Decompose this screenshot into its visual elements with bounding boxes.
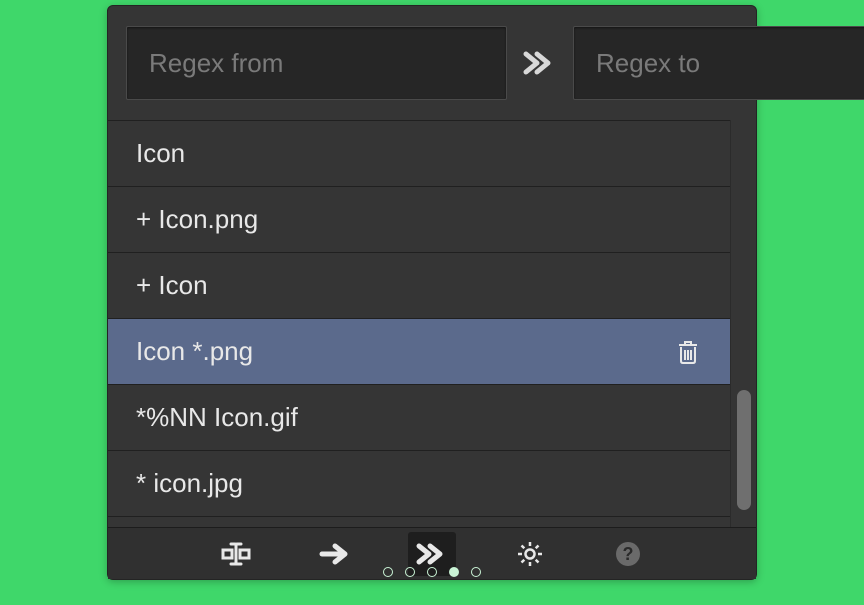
list-item[interactable]: + Icon xyxy=(108,253,730,319)
list-item[interactable]: *%NN Icon.gif xyxy=(108,385,730,451)
pager-dots xyxy=(108,567,756,577)
list-item-label: Icon *.png xyxy=(136,336,674,367)
arrow-right-icon xyxy=(319,542,349,566)
list-container: Icon + Icon.png + Icon Icon *.png xyxy=(108,120,756,527)
text-cursor-icon xyxy=(221,540,251,568)
trash-icon[interactable] xyxy=(674,339,702,365)
scrollbar[interactable] xyxy=(730,120,756,527)
double-arrow-right-icon xyxy=(416,542,448,566)
pager-dot[interactable] xyxy=(449,567,459,577)
gear-icon xyxy=(516,540,544,568)
help-icon: ? xyxy=(614,540,642,568)
toolbar: ? xyxy=(108,527,756,579)
list-item[interactable]: * icon.jpg xyxy=(108,451,730,517)
list-item-label: + Icon xyxy=(136,270,702,301)
list-item-label: Icon xyxy=(136,138,702,169)
regex-panel: Icon + Icon.png + Icon Icon *.png xyxy=(107,5,757,580)
pager-dot[interactable] xyxy=(383,567,393,577)
list-item-label: *%NN Icon.gif xyxy=(136,402,702,433)
list-item-label: + Icon.png xyxy=(136,204,702,235)
svg-text:?: ? xyxy=(623,544,634,564)
list-item[interactable]: Icon xyxy=(108,121,730,187)
pager-dot[interactable] xyxy=(405,567,415,577)
scrollbar-thumb[interactable] xyxy=(737,390,751,510)
pager-dot[interactable] xyxy=(471,567,481,577)
list-item[interactable]: + Icon.png xyxy=(108,187,730,253)
pattern-list: Icon + Icon.png + Icon Icon *.png xyxy=(108,120,730,527)
pager-dot[interactable] xyxy=(427,567,437,577)
regex-header xyxy=(108,6,756,120)
list-item-label: * icon.jpg xyxy=(136,468,702,499)
regex-to-input[interactable] xyxy=(573,26,864,100)
list-item[interactable]: Icon *.png xyxy=(108,319,730,385)
regex-from-input[interactable] xyxy=(126,26,507,100)
double-arrow-right-icon xyxy=(523,49,557,77)
